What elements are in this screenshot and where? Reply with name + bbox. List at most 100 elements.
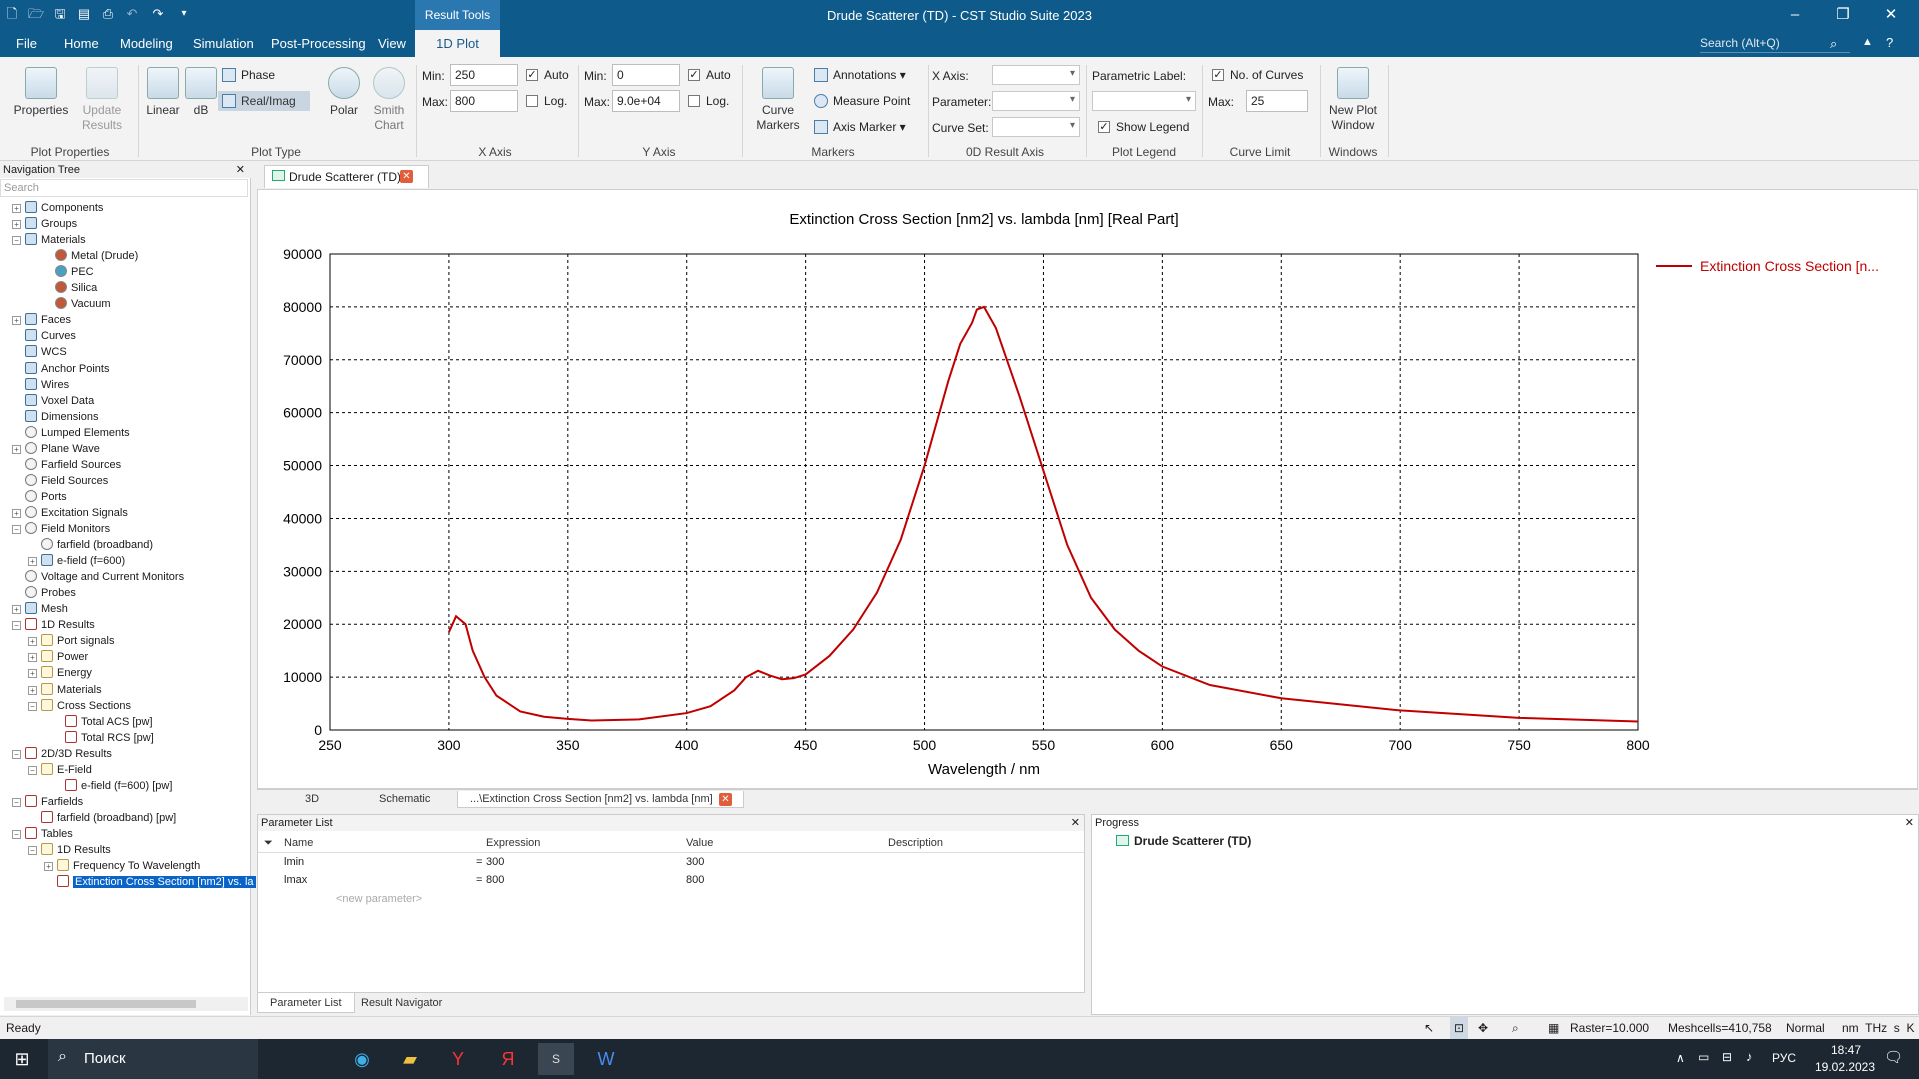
y-min-field[interactable]: 0 [612,64,680,86]
close-icon[interactable]: ✕ [1905,815,1914,831]
tree-item[interactable]: + Materials [28,682,102,698]
search-icon[interactable]: ⌕ [1830,36,1837,52]
no-of-curves-checkbox[interactable]: ✓ [1212,69,1224,81]
tab-parameter-list[interactable]: Parameter List [257,993,355,1013]
tree-item[interactable]: + Plane Wave [12,441,100,457]
tree-item[interactable]: + e-field (f=600) [28,553,125,569]
expand-icon[interactable]: − [28,846,37,855]
param-expression[interactable]: 800 [486,874,504,886]
tree-item[interactable]: − 1D Results [12,617,95,633]
zoom-icon[interactable]: ⌕ [1512,1017,1519,1039]
curve-markers-button[interactable]: Curve Markers [748,67,808,133]
tab-file[interactable]: File [6,30,47,57]
expand-icon[interactable]: − [28,765,37,775]
tree-item[interactable]: PEC [42,264,94,280]
horizontal-scrollbar[interactable] [4,997,248,1011]
navigation-search-input[interactable]: Search [0,179,248,197]
tree-item[interactable]: Total RCS [pw] [52,730,154,746]
pan-icon[interactable]: ✥ [1478,1017,1488,1039]
tree-item[interactable]: farfield (broadband) [28,537,153,553]
zoom-box-icon[interactable]: ⊡ [1450,1017,1469,1039]
volume-icon[interactable]: ♪ [1746,1049,1753,1064]
smith-chart-button[interactable]: Smith Chart [364,67,414,133]
parameter-select[interactable] [992,91,1080,111]
battery-icon[interactable]: ▭ [1698,1050,1709,1064]
tree-item[interactable]: + Energy [28,665,92,681]
tab-schematic[interactable]: Schematic [367,791,442,808]
close-tab-icon[interactable]: ✕ [719,793,732,806]
tree-item[interactable]: Dimensions [12,409,98,425]
tree-item[interactable]: + Excitation Signals [12,505,128,521]
tree-item[interactable]: + Mesh [12,601,68,617]
expand-icon[interactable]: + [12,220,21,230]
chevron-up-icon[interactable]: ∧ [1676,1051,1685,1065]
param-expression[interactable]: 300 [486,856,504,868]
show-legend-checkbox[interactable]: ✓ [1098,121,1110,133]
tree-item[interactable]: − 1D Results [28,842,111,858]
units-value[interactable]: nm THz s K [1842,1017,1914,1039]
y-log-checkbox[interactable] [688,95,700,107]
search-input[interactable]: Search (Alt+Q) [1700,34,1850,53]
y-max-field[interactable]: 9.0e+04 [612,90,680,112]
tab-result-navigator[interactable]: Result Navigator [349,993,454,1013]
column-header[interactable]: Value [686,837,713,849]
clock-date[interactable]: 19.02.2023 [1810,1060,1880,1074]
expand-icon[interactable]: − [12,797,21,807]
column-header[interactable]: Expression [486,837,540,849]
tree-item[interactable]: Metal (Drude) [42,248,138,264]
tree-item[interactable]: farfield (broadband) [pw] [28,810,176,826]
polar-button[interactable]: Polar [324,67,364,118]
curve-set-select[interactable] [992,117,1080,137]
expand-icon[interactable]: + [12,316,21,326]
new-plot-window-button[interactable]: New Plot Window [1324,67,1382,133]
expand-icon[interactable]: + [12,508,21,518]
expand-icon[interactable]: − [12,829,21,839]
tree-item[interactable]: − Cross Sections [28,698,131,714]
expand-icon[interactable]: − [12,525,21,534]
cst-studio-icon[interactable]: S [538,1043,574,1075]
x-auto-checkbox[interactable]: ✓ [526,69,538,81]
close-icon[interactable]: ✕ [1876,4,1906,26]
expand-icon[interactable]: + [28,669,37,679]
tree-item[interactable]: Voxel Data [12,393,94,409]
tree-item[interactable]: Field Sources [12,473,108,489]
measure-point-button[interactable]: Measure Point [814,93,910,109]
notification-icon[interactable]: 🗨 [1884,1048,1903,1066]
tree-item[interactable]: − Materials [12,232,86,248]
column-header[interactable]: Description [888,837,943,849]
tab-post-processing[interactable]: Post-Processing [261,30,376,57]
expand-icon[interactable]: + [28,685,37,695]
expand-icon[interactable]: + [28,637,37,647]
tree-item[interactable]: + Port signals [28,633,114,649]
tree-item[interactable]: + Faces [12,312,71,328]
help-icon[interactable]: ? [1886,35,1893,50]
tree-item[interactable]: WCS [12,344,67,360]
new-parameter-row[interactable]: <new parameter> [336,893,422,905]
collapse-ribbon-icon[interactable]: ▲ [1862,36,1873,48]
line-chart[interactable]: 250 300 350 400 450 500 550 600 650 700 750 800 0 100… [258,190,1917,788]
update-results-button[interactable]: Update Results [72,67,132,133]
tree-item[interactable]: Farfield Sources [12,457,121,473]
expand-icon[interactable]: + [12,444,21,454]
yandex-browser-icon[interactable]: Y [440,1043,476,1075]
tree-item[interactable]: Vacuum [42,296,111,312]
minimize-icon[interactable]: – [1780,4,1810,26]
expand-icon[interactable]: + [28,557,37,567]
tree-item[interactable]: − E-Field [28,762,92,778]
tree-item[interactable]: − Farfields [12,794,83,810]
x-log-checkbox[interactable] [526,95,538,107]
y-auto-checkbox[interactable]: ✓ [688,69,700,81]
tree-item[interactable]: Probes [12,585,76,601]
expand-icon[interactable]: − [28,701,37,711]
linear-button[interactable]: Linear [140,67,186,118]
tab-home[interactable]: Home [54,30,109,57]
tree-item[interactable]: Curves [12,328,76,344]
expand-icon[interactable]: + [44,862,53,872]
close-icon[interactable]: ✕ [1071,815,1080,831]
tree-item[interactable]: Anchor Points [12,361,109,377]
tree-item[interactable]: − Field Monitors [12,521,110,537]
tree-item[interactable]: + Groups [12,216,77,232]
pointer-icon[interactable]: ↖ [1424,1017,1434,1039]
tree-item[interactable]: Voltage and Current Monitors [12,569,184,585]
parametric-label-select[interactable] [1092,91,1196,111]
